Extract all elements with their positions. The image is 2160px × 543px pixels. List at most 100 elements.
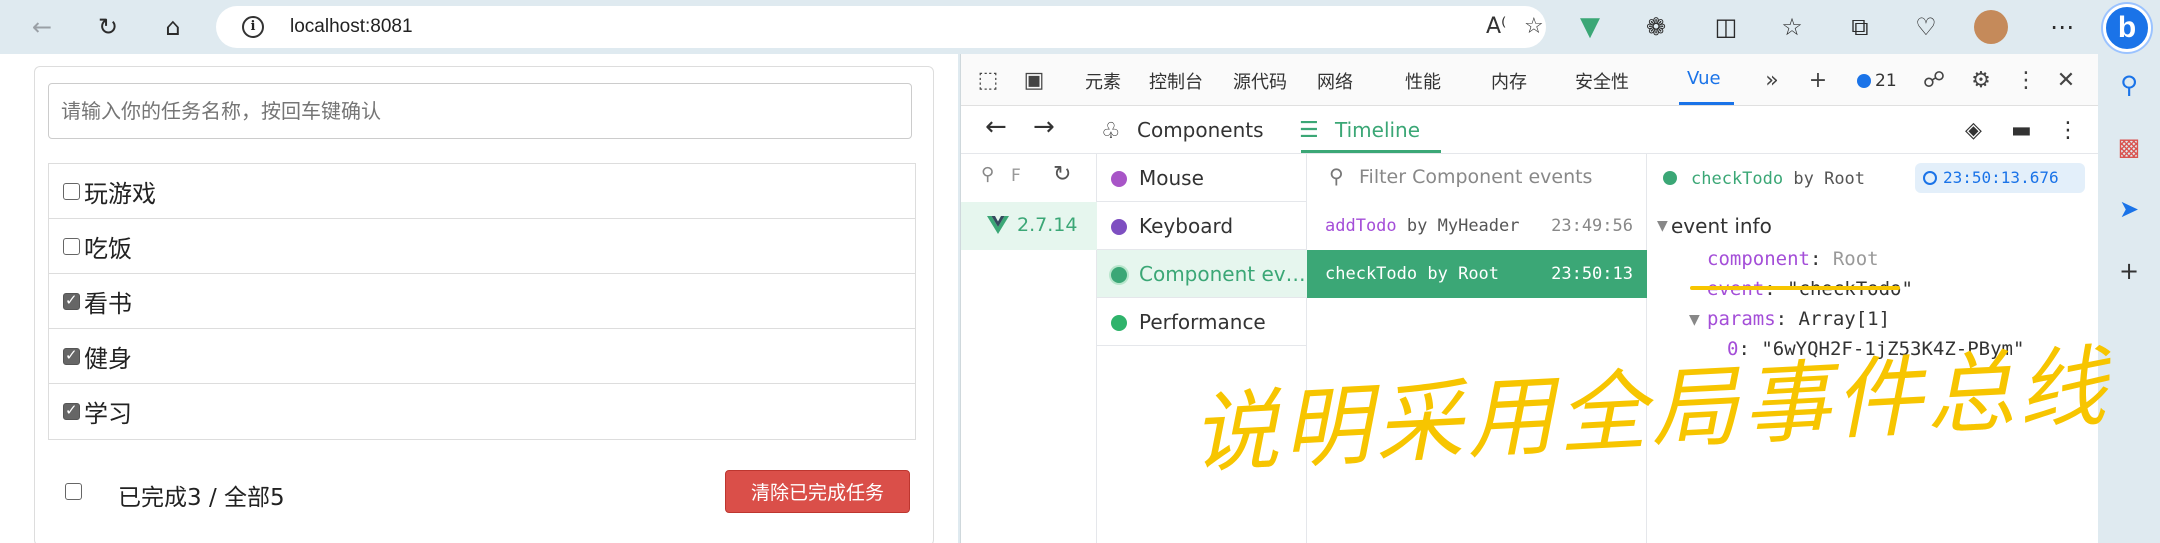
event-timestamp: 23:50:13.676 [1915,163,2085,193]
tab-network[interactable]: 网络 [1317,68,1353,94]
add-icon[interactable]: + [2114,256,2144,286]
device-emulation-icon[interactable]: ▣ [1019,65,1049,95]
favorites-icon[interactable]: ☆ [1774,9,1810,45]
more-icon[interactable]: ⋯ [2044,9,2080,45]
tab-memory[interactable]: 内存 [1491,68,1527,94]
layer-mouse[interactable]: Mouse [1097,154,1307,202]
search-icon[interactable]: ⚲ [2114,70,2144,100]
clear-completed-button[interactable]: 清除已完成任务 [725,470,910,513]
field-params[interactable]: params: Array[1] [1707,308,1890,330]
more-options-icon[interactable]: ⋮ [2011,65,2041,95]
done-count-text: 已完成3 / 全部5 [118,485,285,511]
todo-input[interactable] [48,83,912,139]
read-aloud-icon[interactable]: A⁽ [1486,14,1506,39]
todo-item[interactable]: 玩游戏 [49,164,915,219]
connect-icon[interactable]: ☍ [1919,65,1949,95]
health-icon[interactable]: ♡ [1908,9,1944,45]
events-filter[interactable]: ⚲ Filter Component events [1307,154,1647,202]
todo-item[interactable]: 学习 [49,384,915,439]
app-version: 2.7.14 [1017,214,1078,236]
favorite-star-icon[interactable]: ☆ [1524,14,1544,39]
tools-briefcase-icon[interactable]: ▩ [2114,132,2144,162]
layer-label: Mouse [1139,166,1204,190]
info-icon[interactable]: i [242,16,264,38]
todo-item[interactable]: 看书 [49,274,915,329]
add-tab-icon[interactable]: + [1803,65,1833,95]
edge-sidebar: ⚲ ▩ ➤ + [2098,54,2160,543]
event-row-selected[interactable]: checkTodo by Root 23:50:13 [1307,250,1647,298]
inspector-event-source: by Root [1793,169,1866,189]
collections-icon[interactable]: ⧉ [1842,9,1878,45]
tab-vue[interactable]: Vue [1687,68,1721,89]
timeline-active-indicator [1301,150,1441,153]
issues-badge[interactable]: 21 [1857,71,1897,91]
todo-title: 吃饭 [84,234,132,263]
events-filter-placeholder: Filter Component events [1359,166,1593,188]
tab-security[interactable]: 安全性 [1575,68,1629,94]
todo-checkbox[interactable] [63,182,80,200]
tab-sources[interactable]: 源代码 [1233,68,1287,94]
clear-timeline-icon[interactable]: ▬ [2011,118,2032,143]
split-screen-icon[interactable]: ◫ [1708,9,1744,45]
tab-elements[interactable]: 元素 [1085,68,1121,94]
layer-component-events[interactable]: Component ev… [1097,250,1307,298]
layer-color-dot [1111,315,1127,331]
more-vert-icon[interactable]: ⋮ [2057,118,2079,143]
home-icon[interactable]: ⌂ [155,9,191,45]
extensions-puzzle-icon[interactable]: ❁ [1638,9,1674,45]
tab-console[interactable]: 控制台 [1149,68,1203,94]
todo-checkbox[interactable] [63,237,80,255]
timeline-tab[interactable]: Timeline [1335,118,1420,142]
back-icon[interactable]: ← [24,9,60,45]
todo-title: 看书 [84,289,132,318]
more-tabs-icon[interactable]: » [1757,65,1787,95]
layer-performance[interactable]: Performance [1097,298,1307,346]
select-all-checkbox[interactable] [65,483,82,500]
close-icon[interactable]: ✕ [2051,65,2081,95]
todo-checkbox[interactable] [63,401,80,420]
expand-caret-icon[interactable]: ▼ [1689,312,1700,328]
todo-checkbox[interactable] [63,291,80,310]
inspector-event-name: checkTodo [1691,169,1784,189]
vue-devtools-extension-icon[interactable]: ▼ [1572,9,1608,45]
todo-item[interactable]: 吃饭 [49,219,915,274]
profile-avatar[interactable] [1974,10,2008,44]
field-value: Root [1832,248,1879,270]
vue-devtools-header: ← → ♧ Components ☰ Timeline ◈ ▬ ⋮ [961,106,2099,154]
components-tab[interactable]: Components [1137,118,1264,142]
event-status-dot [1663,171,1677,185]
url-text: localhost:8081 [290,16,413,37]
timestamp-text: 23:50:13.676 [1943,168,2059,187]
issues-count: 21 [1875,71,1897,91]
refresh-apps-icon[interactable]: ↻ [1053,162,1071,187]
search-icon[interactable]: ⚲ [981,164,994,185]
app-row[interactable]: 2.7.14 [961,202,1097,250]
annotation-underline [1690,286,1900,290]
address-bar[interactable]: i localhost:8081 A⁽ ☆ [216,6,1546,48]
todo-list: 玩游戏 吃饭 看书 健身 学习 [48,163,916,440]
layer-label: Component ev… [1139,262,1306,286]
event-time: 23:49:56 [1551,216,1633,236]
todo-checkbox[interactable] [63,346,80,365]
refresh-icon[interactable]: ↻ [90,9,126,45]
back-arrow-icon[interactable]: ← [985,112,1007,142]
app-search-input[interactable]: F [1011,166,1021,186]
event-source: by Root [1427,264,1500,284]
layer-label: Keyboard [1139,214,1234,238]
issues-icon [1857,74,1871,88]
collapse-caret-icon[interactable]: ▼ [1657,218,1668,234]
field-key: params [1707,308,1776,330]
tab-performance[interactable]: 性能 [1405,68,1441,94]
send-icon[interactable]: ➤ [2114,194,2144,224]
forward-arrow-icon[interactable]: → [1033,112,1055,142]
event-name: checkTodo [1325,264,1418,284]
layer-keyboard[interactable]: Keyboard [1097,202,1307,250]
layers-icon[interactable]: ◈ [1965,118,1982,143]
vue-logo-icon [987,216,1009,234]
settings-gear-icon[interactable]: ⚙ [1966,65,1996,95]
todo-item[interactable]: 健身 [49,329,915,384]
bing-icon[interactable]: b [2103,4,2151,52]
field-component[interactable]: component: Root [1707,248,1879,270]
inspect-element-icon[interactable]: ⬚ [973,65,1003,95]
event-row[interactable]: addTodo by MyHeader 23:49:56 [1307,202,1647,250]
